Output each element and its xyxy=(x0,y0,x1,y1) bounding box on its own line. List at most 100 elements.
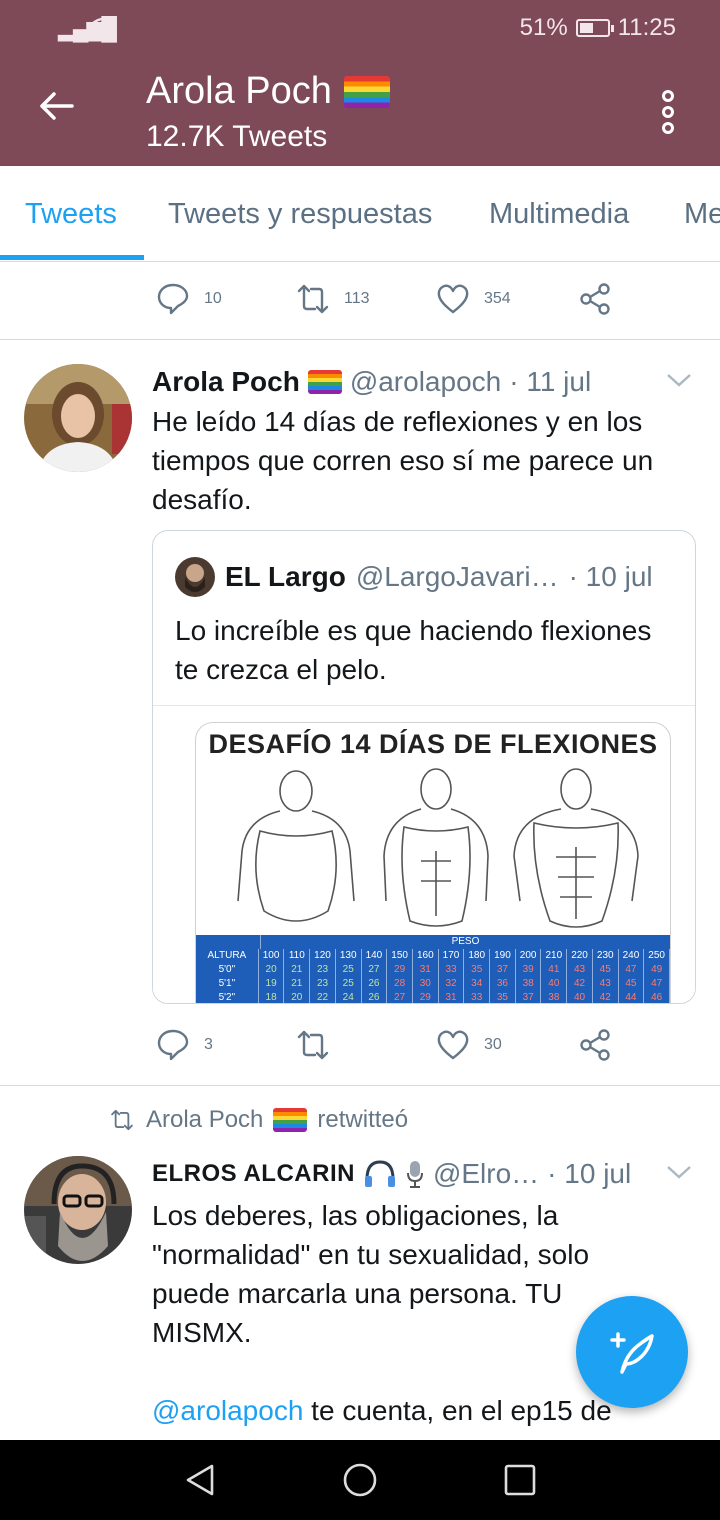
compose-tweet-button[interactable] xyxy=(576,1296,688,1408)
avatar-photo xyxy=(24,1156,132,1264)
profile-tabs: Tweets Tweets y respuestas Multimedia Me xyxy=(0,166,720,262)
table-row: 5'0" 20 21 23 25 27 29 31 33 35 37 39 41 43 45 47 49 xyxy=(196,963,670,977)
tweet-header: Arola Poch @arolapoch · 11 jul xyxy=(152,366,591,398)
table-cell: 37 xyxy=(516,991,542,1003)
compose-feather-icon xyxy=(610,1332,654,1374)
table-cell: 25 xyxy=(336,977,362,991)
like-button[interactable]: 354 xyxy=(436,282,511,316)
table-cell: 39 xyxy=(516,963,542,977)
retweeted-label: Arola Poch retwitteó xyxy=(108,1106,408,1134)
table-header-cell: 240 xyxy=(619,949,645,963)
clock: 11:25 xyxy=(617,14,676,41)
table-row-label: 5'2" xyxy=(196,991,259,1003)
table-cell: 37 xyxy=(490,963,516,977)
table-cell: 21 xyxy=(284,977,311,991)
table-cell: 28 xyxy=(387,977,413,991)
avatar[interactable] xyxy=(24,1156,132,1264)
table-cell: 33 xyxy=(464,991,491,1003)
nav-back-icon[interactable] xyxy=(182,1462,218,1498)
table-header-cell: 200 xyxy=(516,949,542,963)
author-handle[interactable]: @arolapoch xyxy=(350,366,501,398)
quoted-tweet[interactable]: EL Largo @LargoJavari… · 10 jul Lo incre… xyxy=(152,530,696,1004)
system-navigation-bar xyxy=(0,1440,720,1520)
quoted-author-name: EL Largo xyxy=(225,561,346,592)
table-header-cell: 140 xyxy=(362,949,388,963)
table-peso-row: PESO xyxy=(196,935,670,949)
table-cell: 35 xyxy=(464,963,491,977)
reply-button[interactable]: 10 xyxy=(156,282,222,316)
battery-percent: 51% xyxy=(519,14,568,41)
table-cell: 31 xyxy=(413,963,439,977)
chevron-down-icon[interactable] xyxy=(666,372,692,388)
table-cell: 33 xyxy=(439,963,465,977)
avatar[interactable] xyxy=(24,364,132,472)
table-cell: 43 xyxy=(567,963,593,977)
table-cell: 22 xyxy=(310,991,336,1003)
tweet-count: 12.7K Tweets xyxy=(146,120,328,153)
table-header-cell: 190 xyxy=(490,949,516,963)
profile-header: Arola Poch 12.7K Tweets xyxy=(0,54,720,166)
table-cell: 45 xyxy=(593,963,619,977)
table-row-label: 5'0" xyxy=(196,963,259,977)
author-handle[interactable]: @Elro… xyxy=(433,1158,539,1190)
table-cell: 23 xyxy=(310,977,336,991)
table-cell: 23 xyxy=(310,963,336,977)
heart-icon xyxy=(437,284,469,314)
battery-level xyxy=(579,23,593,33)
tweet-header: ELROS ALCARIN @Elro… · 10 jul xyxy=(152,1158,631,1190)
tweet-divider xyxy=(0,1085,720,1086)
share-button[interactable] xyxy=(578,1028,612,1062)
back-arrow-icon[interactable] xyxy=(36,86,76,126)
table-header-cell: 100 xyxy=(259,949,285,963)
table-cell: 31 xyxy=(439,991,465,1003)
tab-tweets[interactable]: Tweets xyxy=(25,198,117,231)
retweeter-name[interactable]: Arola Poch xyxy=(146,1106,263,1134)
retweet-icon xyxy=(297,1030,329,1060)
avatar-photo xyxy=(24,364,132,472)
table-cell: 20 xyxy=(284,991,311,1003)
table-header-cell: 170 xyxy=(439,949,465,963)
mention-link[interactable]: @arolapoch xyxy=(152,1395,303,1426)
tab-tweets-and-replies[interactable]: Tweets y respuestas xyxy=(168,198,432,231)
table-cell: 43 xyxy=(593,977,619,991)
nav-recents-icon[interactable] xyxy=(502,1462,538,1498)
tweet-text: He leído 14 días de reflexiones y en los… xyxy=(152,406,654,515)
table-cell: 46 xyxy=(644,991,670,1003)
share-icon xyxy=(580,1029,610,1061)
share-icon xyxy=(580,283,610,315)
share-button[interactable] xyxy=(578,282,612,316)
table-header-cell: 110 xyxy=(284,949,311,963)
table-cell: 27 xyxy=(387,991,413,1003)
rainbow-flag-icon xyxy=(343,75,390,108)
author-name[interactable]: Arola Poch xyxy=(152,366,300,398)
quoted-media[interactable]: DESAFÍO 14 DÍAS DE FLEXIONES PESO ALTURA… xyxy=(153,705,695,1003)
reply-button[interactable]: 3 xyxy=(156,1028,213,1062)
tab-likes[interactable]: Me xyxy=(684,198,720,231)
table-cell: 27 xyxy=(362,963,388,977)
table-cell: 41 xyxy=(541,963,568,977)
reply-icon xyxy=(157,1029,189,1061)
like-count: 354 xyxy=(484,290,511,307)
table-cell: 26 xyxy=(362,977,388,991)
author-name[interactable]: ELROS ALCARIN xyxy=(152,1160,355,1188)
retweet-button[interactable] xyxy=(296,1028,330,1062)
table-cell: 47 xyxy=(644,977,670,991)
altura-label: ALTURA xyxy=(196,949,259,963)
table-cell: 44 xyxy=(619,991,645,1003)
table-cell: 20 xyxy=(259,963,285,977)
table-row-label: 5'1" xyxy=(196,977,259,991)
retweet-button[interactable]: 113 xyxy=(296,282,370,316)
chevron-down-icon[interactable] xyxy=(666,1164,692,1180)
tab-media[interactable]: Multimedia xyxy=(489,198,629,231)
more-options-icon[interactable] xyxy=(656,90,680,134)
retweet-count: 113 xyxy=(344,290,370,307)
like-button[interactable]: 30 xyxy=(436,1028,502,1062)
nav-home-icon[interactable] xyxy=(342,1462,378,1498)
heart-icon xyxy=(437,1030,469,1060)
table-header-cell: 160 xyxy=(413,949,439,963)
table-cell: 21 xyxy=(284,963,311,977)
table-cell: 19 xyxy=(259,977,285,991)
table-cell: 29 xyxy=(387,963,413,977)
table-header-cell: 180 xyxy=(464,949,491,963)
table-header-cell: 150 xyxy=(387,949,413,963)
